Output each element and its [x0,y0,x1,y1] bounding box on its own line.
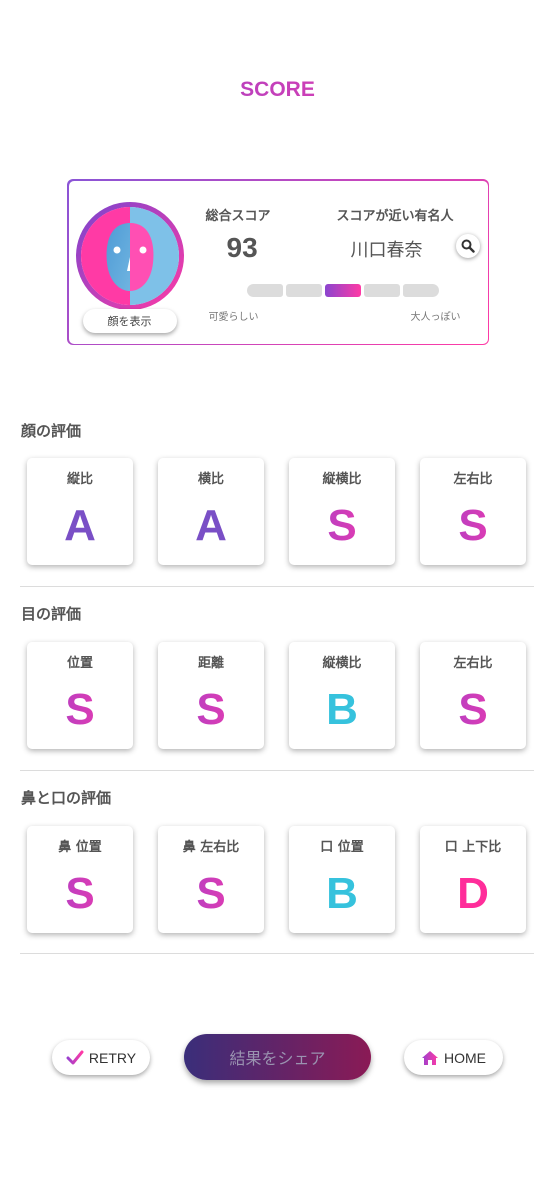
show-face-button[interactable]: 顔を表示 [82,308,177,333]
grade-value: B [326,685,358,734]
grade-value: S [420,680,526,740]
grade-label: 位置 [66,656,93,671]
face-avatar [75,201,184,310]
grade-tile: 横比 A [158,458,264,565]
section-title-nose-mouth: 鼻と口の評価 [21,789,112,807]
section-title-face: 顔の評価 [21,422,82,440]
grade-value: A [195,501,227,550]
scale-right-label: 大人っぽい [410,311,461,323]
retry-button[interactable]: RETRY [52,1040,150,1075]
search-icon [461,239,475,253]
grade-tile: 縦横比 S [289,458,395,565]
grade-value: A [64,501,96,550]
grade-tile: 口 上下比 D [420,826,526,933]
grade-tile: 位置 S [27,642,133,749]
grade-label: 口 上下比 [444,840,502,855]
grade-label: 鼻 左右比 [182,840,240,855]
face-icon [80,206,179,305]
grade-label: 左右比 [453,472,493,487]
grade-value: S [420,496,526,556]
grade-value: S [289,496,395,556]
scale-left-label: 可愛らしい [208,311,259,323]
scale-segment [285,283,322,297]
grade-tile: 鼻 左右比 S [158,826,264,933]
celebrity-name: 川口春奈 [350,239,423,261]
scale-segment [363,283,400,297]
section-divider [20,770,534,771]
grade-label: 縦比 [66,472,93,487]
share-label: 結果をシェア [229,1049,326,1068]
grade-tile: 縦横比 B [289,642,395,749]
grade-label: 左右比 [453,656,493,671]
grade-tile: 鼻 位置 S [27,826,133,933]
grade-value: S [27,864,133,924]
grade-value: S [158,680,264,740]
grade-tile: 縦比 A [27,458,133,565]
share-result-button[interactable]: 結果をシェア [184,1034,371,1080]
scale-segment [246,283,283,297]
grade-tile: 左右比 S [420,458,526,565]
style-scale-bar [246,283,439,297]
scale-segment-active [324,283,361,297]
retry-label: RETRY [88,1049,137,1066]
house-icon [422,1050,438,1065]
section-title-eyes: 目の評価 [21,605,82,623]
grade-label: 縦横比 [322,656,362,671]
grade-value: S [27,680,133,740]
grade-label: 鼻 位置 [58,840,102,855]
grade-label: 距離 [197,656,224,671]
score-summary-card: 顔を表示 総合スコア 93 スコアが近い有名人 川口春奈 可愛らしい 大人っぽい [67,179,489,345]
grade-value: B [326,869,358,918]
grade-label: 縦横比 [322,472,362,487]
grade-value: S [158,864,264,924]
grade-tile: 左右比 S [420,642,526,749]
grade-tile: 口 位置 B [289,826,395,933]
celebrity-search-button[interactable] [455,233,480,258]
scale-segment [402,283,439,297]
total-score-value: 93 [226,231,258,263]
page-title: SCORE [0,78,555,102]
celebrity-label: スコアが近い有名人 [336,208,454,224]
home-label: HOME [444,1049,486,1066]
section-divider [20,586,534,587]
home-button[interactable]: HOME [404,1040,503,1075]
grade-tile: 距離 S [158,642,264,749]
total-score-label: 総合スコア [205,208,271,224]
grade-value: D [457,869,489,918]
grade-label: 横比 [197,472,224,487]
check-icon [66,1050,84,1064]
section-divider [20,953,534,954]
grade-label: 口 位置 [320,840,364,855]
